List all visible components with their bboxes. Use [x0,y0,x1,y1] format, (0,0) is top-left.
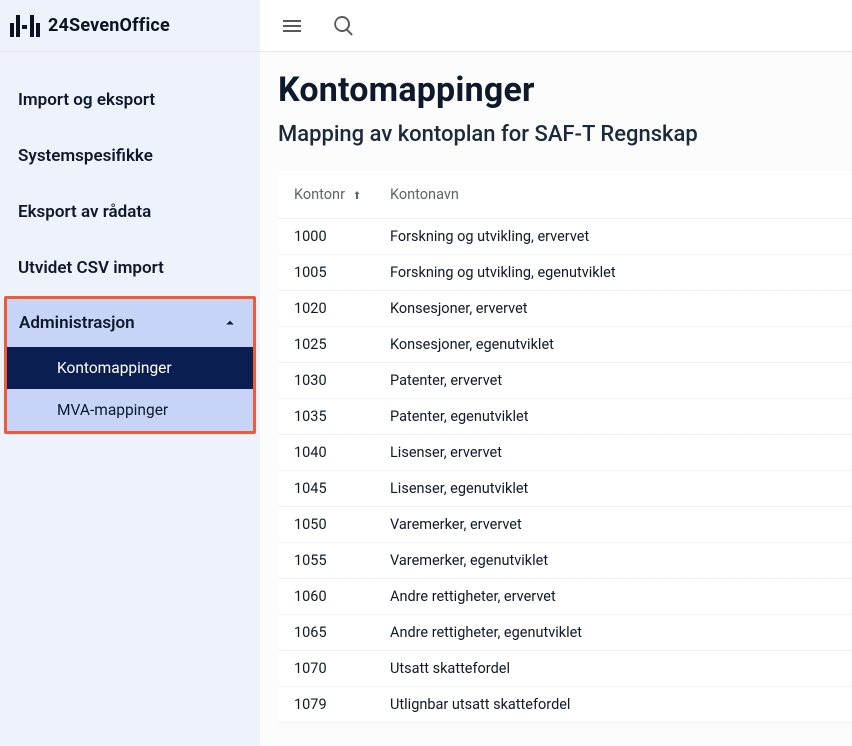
search-button[interactable] [332,14,356,38]
cell-kontonr: 1065 [294,624,390,641]
column-header-kontonr[interactable]: Kontonr [294,186,390,203]
table-row[interactable]: 1070Utsatt skattefordel [278,651,852,687]
main-content: Kontomappinger Mapping av kontoplan for … [260,52,852,746]
sidebar-item-admin[interactable]: Administrasjon [7,299,253,347]
hamburger-icon [280,14,304,38]
cell-kontonr: 1005 [294,264,390,281]
table-row[interactable]: 1005Forskning og utvikling, egenutviklet [278,255,852,291]
cell-kontonavn: Varemerker, egenutviklet [390,552,836,569]
table-row[interactable]: 1065Andre rettigheter, egenutviklet [278,615,852,651]
table-row[interactable]: 1000Forskning og utvikling, ervervet [278,219,852,255]
sidebar-item-raw-export[interactable]: Eksport av rådata [0,184,260,240]
table-row[interactable]: 1025Konsesjoner, egenutviklet [278,327,852,363]
cell-kontonr: 1060 [294,588,390,605]
sidebar-item-import-export[interactable]: Import og eksport [0,72,260,128]
cell-kontonavn: Patenter, egenutviklet [390,408,836,425]
cell-kontonavn: Andre rettigheter, egenutviklet [390,624,836,641]
topbar-brand-area: 24SevenOffice [0,0,260,51]
cell-kontonr: 1035 [294,408,390,425]
sidebar-subitem-mva-mappinger[interactable]: MVA-mappinger [7,389,253,431]
cell-kontonr: 1040 [294,444,390,461]
column-header-kontonr-label: Kontonr [294,186,345,203]
brand-mark-icon [10,15,40,37]
sidebar-item-csv-import[interactable]: Utvidet CSV import [0,240,260,296]
table-row[interactable]: 1045Lisenser, egenutviklet [278,471,852,507]
brand-name: 24SevenOffice [48,15,170,36]
sidebar-admin-label: Administrasjon [19,313,135,333]
cell-kontonr: 1000 [294,228,390,245]
cell-kontonr: 1070 [294,660,390,677]
menu-button[interactable] [280,14,304,38]
cell-kontonr: 1050 [294,516,390,533]
cell-kontonavn: Lisenser, ervervet [390,444,836,461]
cell-kontonavn: Konsesjoner, egenutviklet [390,336,836,353]
cell-kontonavn: Andre rettigheter, ervervet [390,588,836,605]
table-row[interactable]: 1020Konsesjoner, ervervet [278,291,852,327]
cell-kontonavn: Forskning og utvikling, ervervet [390,228,836,245]
account-table: Kontonr Kontonavn 1000Forskning og utvik… [278,171,852,723]
cell-kontonavn: Varemerker, ervervet [390,516,836,533]
cell-kontonr: 1020 [294,300,390,317]
table-row[interactable]: 1055Varemerker, egenutviklet [278,543,852,579]
topbar: 24SevenOffice [0,0,852,52]
table-row[interactable]: 1030Patenter, ervervet [278,363,852,399]
sidebar-subitem-kontomappinger[interactable]: Kontomappinger [7,347,253,389]
cell-kontonavn: Konsesjoner, ervervet [390,300,836,317]
cell-kontonavn: Patenter, ervervet [390,372,836,389]
sidebar-admin-group: Administrasjon Kontomappinger MVA-mappin… [4,296,256,434]
brand-logo[interactable]: 24SevenOffice [10,15,170,37]
cell-kontonavn: Utsatt skattefordel [390,660,836,677]
sidebar: Import og eksport Systemspesifikke Ekspo… [0,52,260,746]
cell-kontonr: 1045 [294,480,390,497]
cell-kontonr: 1025 [294,336,390,353]
cell-kontonavn: Forskning og utvikling, egenutviklet [390,264,836,281]
table-header: Kontonr Kontonavn [278,171,852,219]
cell-kontonr: 1079 [294,696,390,713]
table-body: 1000Forskning og utvikling, ervervet1005… [278,219,852,723]
cell-kontonr: 1030 [294,372,390,389]
cell-kontonavn: Lisenser, egenutviklet [390,480,836,497]
chevron-up-icon [221,314,239,332]
cell-kontonavn: Utlignbar utsatt skattefordel [390,696,836,713]
table-row[interactable]: 1060Andre rettigheter, ervervet [278,579,852,615]
topbar-actions [260,14,852,38]
sidebar-item-system-specific[interactable]: Systemspesifikke [0,128,260,184]
search-icon [332,14,356,38]
sort-asc-icon [351,189,363,201]
page-title: Kontomappinger [278,70,852,110]
table-row[interactable]: 1035Patenter, egenutviklet [278,399,852,435]
column-header-kontonavn-label: Kontonavn [390,186,459,203]
page-subtitle: Mapping av kontoplan for SAF-T Regnskap [278,122,852,147]
column-header-kontonavn[interactable]: Kontonavn [390,186,836,203]
table-row[interactable]: 1079Utlignbar utsatt skattefordel [278,687,852,723]
cell-kontonr: 1055 [294,552,390,569]
table-row[interactable]: 1040Lisenser, ervervet [278,435,852,471]
table-row[interactable]: 1050Varemerker, ervervet [278,507,852,543]
